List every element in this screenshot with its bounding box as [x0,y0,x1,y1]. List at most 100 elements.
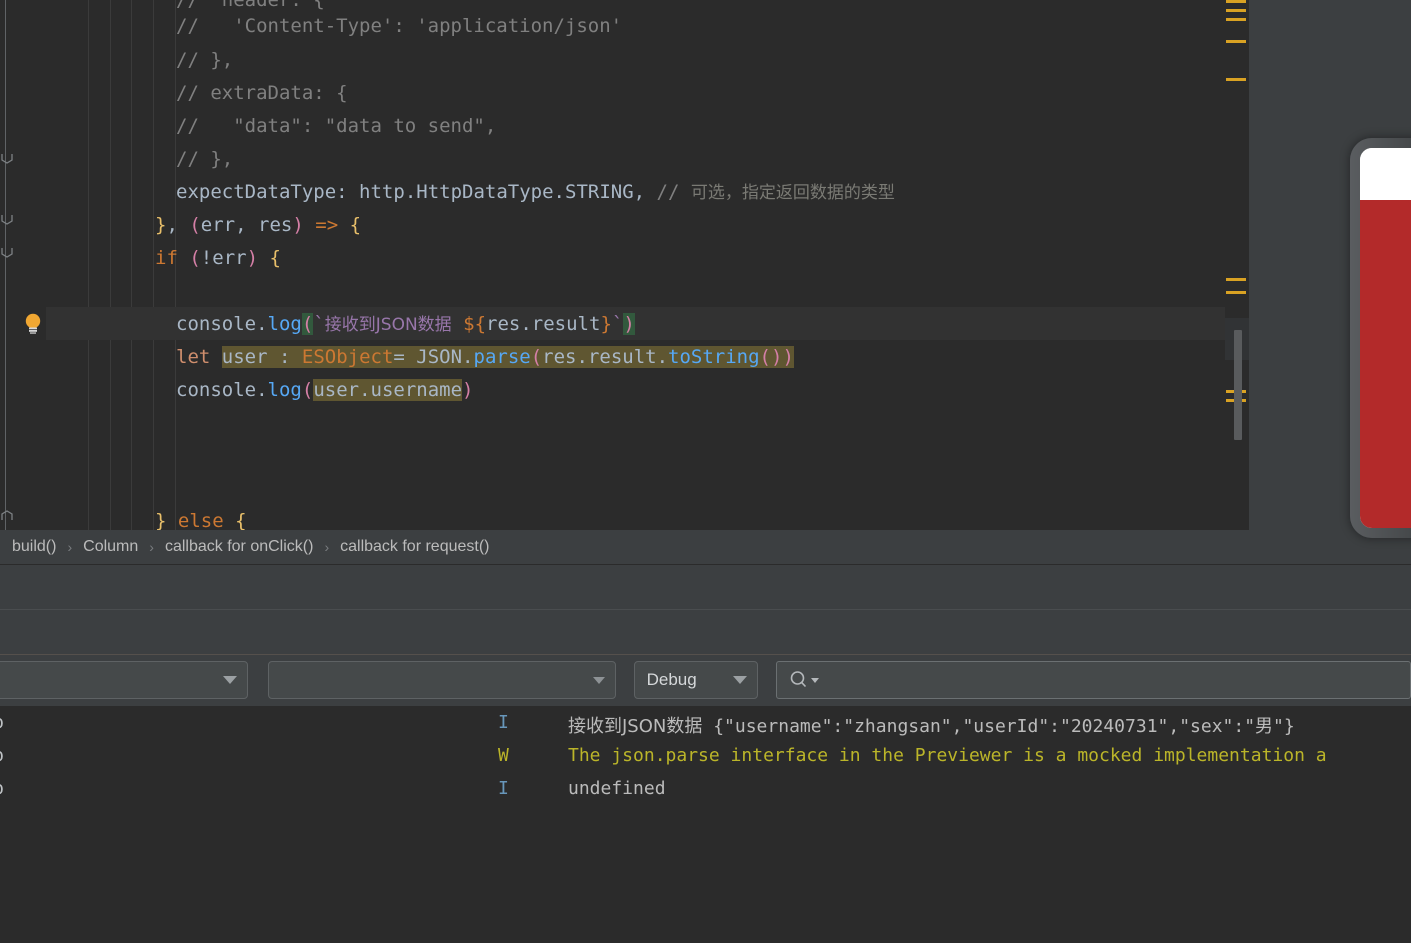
log-severity-badge: I [498,778,509,799]
stripe-warning-mark[interactable] [1226,291,1246,294]
console-panel: Debug p I 接收到JSON数据 {"username":"zhangsan"… [0,565,1411,943]
device-selector[interactable] [0,661,249,699]
code-text[interactable]: // header: {// 'Content-Type': 'applicat… [0,0,1249,530]
log-level-value: Debug [646,670,697,689]
device-content-area[interactable] [1360,200,1411,528]
stripe-warning-mark[interactable] [1226,9,1246,12]
code-fold-marker[interactable] [0,509,13,522]
code-token: result [531,313,601,335]
code-editor[interactable]: // header: {// 'Content-Type': 'applicat… [0,0,1411,530]
code-token: ( [301,379,314,401]
chevron-down-icon [223,676,238,684]
stripe-warning-mark[interactable] [1226,78,1246,81]
code-token: . [256,379,268,401]
log-toolbar: Debug [0,655,1411,705]
breadcrumb-item[interactable]: Column [81,538,140,556]
editor-scrollbar-thumb[interactable] [1234,330,1242,440]
code-token: => [315,214,339,236]
code-token: // }, [176,148,234,170]
search-icon[interactable] [789,670,819,690]
code-token: // 'Content-Type': 'application/json' [176,15,623,37]
log-row[interactable]: p I 接收到JSON数据 {"username":"zhangsan","user… [0,712,1411,745]
code-line: console.log(user.username) [176,374,474,407]
code-token: http [359,181,405,203]
log-message: 接收到JSON数据 {"username":"zhangsan","userId… [568,712,1295,738]
stripe-warning-mark[interactable] [1226,278,1246,281]
console-subtoolbar[interactable] [0,610,1411,655]
code-token: user [313,379,360,401]
code-line: // }, [176,143,233,176]
code-token: ${ [463,313,487,335]
code-token: err [200,214,236,236]
log-message-text: undefined [568,778,666,799]
stripe-warning-mark[interactable] [1226,0,1246,3]
code-line: }, (err, res) => { [155,209,361,242]
code-line: let user : ESObject= JSON.parse(res.resu… [176,341,794,374]
code-fold-marker[interactable] [0,152,13,165]
code-fold-marker[interactable] [0,246,13,259]
log-row[interactable]: p W The json.parse interface in the Previe… [0,745,1411,778]
breadcrumb-item[interactable]: build() [10,538,58,556]
breadcrumb[interactable]: build() › Column › callback for onClick() › ca… [0,530,1249,564]
chevron-down-icon [810,677,819,683]
code-token: // "data": "data to send", [176,115,497,137]
code-token: { [269,247,281,269]
code-token: 可选，指定返回数据的类型 [690,183,895,203]
log-message-cjk: 接收到JSON数据 [568,716,703,737]
code-token: . [256,313,268,335]
code-token: STRING [565,181,634,203]
stripe-warning-mark[interactable] [1226,40,1246,43]
stripe-warning-mark[interactable] [1226,18,1246,21]
editor-gutter[interactable] [0,0,46,530]
log-message: undefined [568,778,666,799]
intention-bulb-icon[interactable] [24,313,42,334]
code-line: // 'Content-Type': 'application/json' [176,10,622,43]
code-line: console.log(`接收到JSON数据 ${res.result}`) [176,308,635,341]
code-line: // extraData: { [176,77,348,110]
breadcrumb-item[interactable]: callback for request() [338,538,491,556]
code-token: : [336,181,360,203]
log-severity-badge: I [498,712,509,733]
breadcrumb-separator: › [324,539,330,555]
code-token: JSON [416,346,463,368]
breadcrumb-item[interactable]: callback for onClick() [163,538,315,556]
log-row-prefix-clipped: p [0,712,4,733]
log-level-selector[interactable]: Debug [633,661,758,699]
device-screen[interactable] [1360,148,1411,528]
log-output[interactable]: p I 接收到JSON数据 {"username":"zhangsan","user… [0,706,1411,943]
code-token: , [166,214,190,236]
code-token: = [393,346,417,368]
code-token: ` [313,313,325,335]
code-token: err [212,247,247,269]
log-row-prefix-clipped: p [0,778,4,799]
code-token: . [520,313,532,335]
code-token: , [633,181,657,203]
process-selector[interactable] [268,661,616,699]
log-row[interactable]: p Iundefined [0,778,1411,811]
log-severity-badge: W [498,745,509,766]
code-token: // }, [176,49,234,71]
code-token: log [267,313,302,335]
code-token: console [176,313,257,335]
code-token: ) [782,346,794,368]
code-token: if [155,247,178,269]
code-token: { [349,214,362,236]
log-search-input[interactable] [775,661,1411,699]
code-token: res [542,346,577,368]
code-token: () [759,346,783,368]
code-token: . [462,346,474,368]
ide-window: // header: {// 'Content-Type': 'applicat… [0,0,1411,943]
previewer-panel[interactable] [1249,0,1411,564]
code-token: } [600,313,612,335]
log-row-prefix-clipped: p [0,745,4,766]
code-fold-marker[interactable] [0,213,13,226]
console-tab-strip[interactable] [0,565,1411,610]
error-stripe-gutter[interactable] [1225,0,1249,530]
code-token: res [258,214,293,236]
chevron-down-icon [592,676,605,684]
